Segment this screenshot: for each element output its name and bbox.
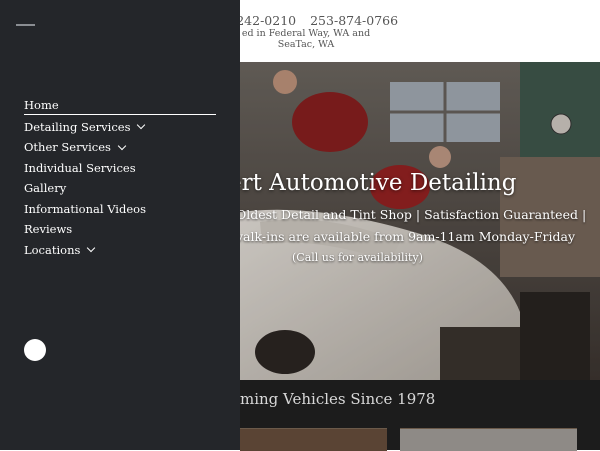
nav-item-label: Informational Videos	[24, 201, 146, 216]
gallery-thumbnail[interactable]	[240, 428, 387, 451]
nav-menu: Home Detailing Services Other Services Indi…	[24, 96, 216, 260]
nav-drawer: Home Detailing Services Other Services Indi…	[0, 0, 240, 450]
nav-item-home[interactable]: Home	[24, 96, 216, 115]
nav-item-label: Gallery	[24, 181, 67, 196]
nav-item-other-services[interactable]: Other Services	[24, 137, 216, 158]
nav-item-individual-services[interactable]: Individual Services	[24, 158, 216, 179]
phone-numbers: -242-0210 253-874-0766	[232, 13, 408, 28]
nav-item-label: Other Services	[24, 140, 111, 155]
nav-item-label: Detailing Services	[24, 119, 131, 134]
nav-item-label: Home	[24, 98, 59, 112]
service-area-text: ed in Federal Way, WA and SeaTac, WA	[241, 28, 371, 50]
tagline-text: ming Vehicles Since 1978	[240, 390, 436, 408]
nav-item-label: Reviews	[24, 222, 73, 237]
chat-widget-button[interactable]	[24, 339, 46, 361]
chevron-down-icon[interactable]	[137, 121, 146, 130]
chevron-down-icon[interactable]	[117, 141, 127, 150]
menu-toggle-button[interactable]	[16, 19, 36, 33]
chevron-down-icon[interactable]	[87, 244, 96, 253]
nav-item-gallery[interactable]: Gallery	[24, 178, 216, 199]
menu-close-icon	[16, 24, 35, 26]
hero-call-note: (Call us for availability)	[292, 251, 423, 264]
nav-item-informational-videos[interactable]: Informational Videos	[24, 199, 216, 220]
hero-title: ert Automotive Detailing	[228, 170, 517, 196]
phone-link-primary[interactable]: -242-0210	[232, 13, 296, 28]
nav-item-label: Individual Services	[24, 160, 136, 175]
nav-item-detailing-services[interactable]: Detailing Services	[24, 117, 216, 138]
hero-subtitle: Oldest Detail and Tint Shop | Satisfacti…	[236, 207, 587, 222]
phone-link-secondary[interactable]: 253-874-0766	[310, 13, 398, 28]
nav-item-reviews[interactable]: Reviews	[24, 219, 216, 240]
hero-hours: valk-ins are available from 9am-11am Mon…	[236, 229, 576, 244]
nav-item-label: Locations	[24, 242, 81, 257]
gallery-thumbnail[interactable]	[400, 428, 577, 451]
nav-item-locations[interactable]: Locations	[24, 240, 216, 261]
